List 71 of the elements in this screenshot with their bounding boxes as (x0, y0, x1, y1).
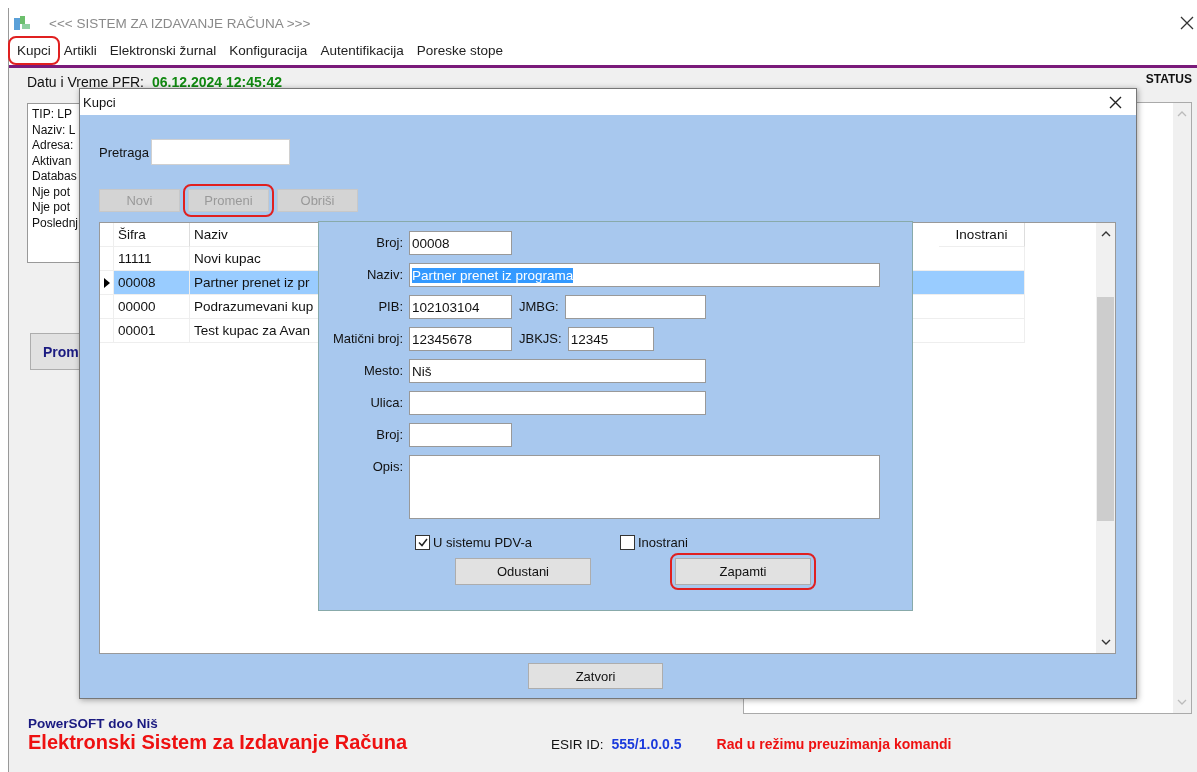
dialog-title: Kupci (83, 94, 116, 110)
input-field[interactable]: 00008 (409, 231, 512, 255)
field-label: Broj: (375, 426, 404, 444)
info-text: Poslednj (32, 215, 79, 231)
scrollbar[interactable] (1096, 223, 1115, 653)
input-field[interactable] (409, 423, 512, 447)
input-field[interactable] (409, 391, 706, 415)
search-field[interactable] (150, 139, 290, 165)
row-header (100, 223, 114, 247)
input-field[interactable]: 12345 (567, 327, 654, 351)
date-label: Datu i Vreme PFR: (27, 74, 144, 90)
field-label: Broj: (375, 234, 404, 252)
field-label: PIB: (377, 298, 404, 316)
info-text: Naziv: L (32, 122, 76, 138)
input-field[interactable]: Niš (409, 359, 706, 383)
info-text: Nje pot (32, 184, 71, 200)
row-pointer-icon (103, 277, 110, 288)
field-label: Mesto: (363, 362, 404, 380)
info-text: Aktivan (32, 153, 72, 169)
field-label: JMBG: (518, 298, 560, 316)
input-field[interactable] (564, 295, 706, 319)
info-text: Nje pot (32, 200, 71, 216)
table-cell: 00000 (114, 295, 190, 319)
menu-item[interactable]: Kupci (13, 41, 55, 60)
field-label: Opis: (371, 458, 404, 476)
field-label: Matični broj: (331, 330, 404, 348)
status-label: STATUS (1145, 71, 1192, 88)
checkbox[interactable] (415, 535, 430, 550)
menu-item[interactable]: Elektronski žurnal (105, 41, 221, 60)
mode-text: Rad u režimu preuzimanja komandi (716, 736, 952, 752)
date-value: 06.12.2024 12:45:42 (151, 74, 282, 90)
esir-label: ESIR ID: (551, 737, 604, 752)
check-icon (417, 538, 428, 547)
table-cell: 00008 (114, 271, 190, 295)
app-icon (13, 15, 31, 31)
close-button[interactable]: Zatvori (528, 663, 663, 689)
menu-item[interactable]: Poreske stope (412, 41, 507, 60)
scroll-up-icon (1100, 231, 1111, 237)
column-header: Šifra (114, 223, 190, 247)
window-title: <<< SISTEM ZA IZDAVANJE RAČUNA >>> (49, 15, 311, 31)
info-text: Databas (32, 169, 77, 185)
input-field[interactable] (409, 455, 880, 519)
input-field[interactable]: 102103104 (409, 295, 512, 319)
company-name: PowerSOFT doo Niš (28, 715, 159, 731)
column-header: Inostrani (939, 223, 1025, 247)
scroll-up-icon (1177, 111, 1187, 117)
checkbox-label: Inostrani (638, 535, 688, 550)
product-title: Elektronski Sistem za Izdavanje Računa (28, 731, 409, 754)
close-icon (1180, 16, 1194, 30)
menu-item[interactable]: Autentifikacija (316, 41, 408, 60)
menu-item[interactable]: Artikli (59, 41, 101, 60)
menu-item[interactable]: Konfiguracija (225, 41, 312, 60)
info-text: TIP: LP (32, 107, 72, 123)
form-button[interactable]: Odustani (455, 558, 591, 585)
table-cell: Partner prenet iz pr (190, 271, 320, 295)
table-cell: 00001 (114, 319, 190, 343)
scrollbar[interactable] (1173, 103, 1191, 713)
form-button[interactable]: Zapamti (675, 558, 811, 585)
search-label: Pretraga (99, 144, 149, 160)
field-label: Naziv: (365, 266, 404, 284)
close-icon (1109, 95, 1122, 109)
input-field[interactable]: 12345678 (409, 327, 512, 351)
esir-value: 555/1.0.0.5 (611, 736, 683, 752)
info-text: Adresa: (32, 138, 74, 154)
scroll-down-icon (1100, 639, 1111, 645)
scroll-down-icon (1177, 699, 1187, 705)
field-label: Ulica: (369, 394, 404, 412)
checkbox[interactable] (620, 535, 635, 550)
checkbox-label: U sistemu PDV-a (433, 535, 532, 550)
scroll-thumb[interactable] (1097, 297, 1114, 521)
field-label: JBKJS: (518, 330, 563, 348)
